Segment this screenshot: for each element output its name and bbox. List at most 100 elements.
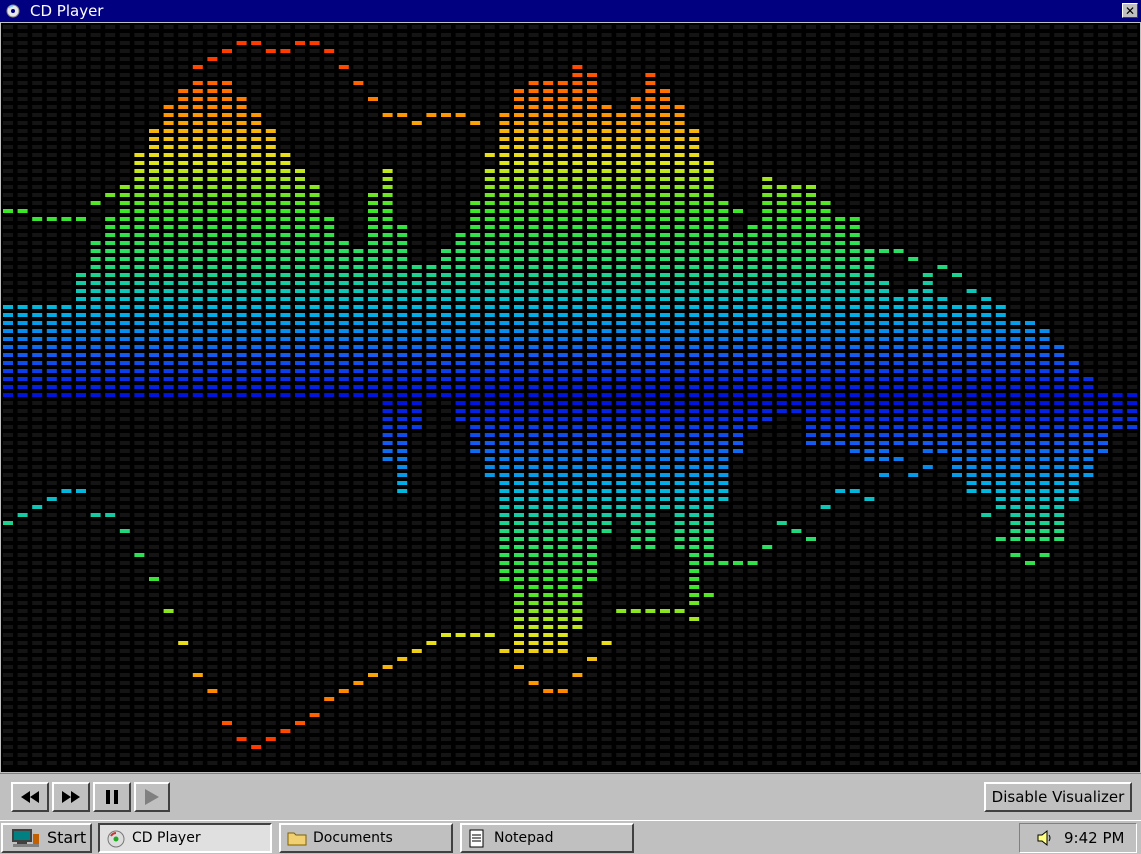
bar-segment — [616, 177, 627, 181]
bar-segment — [937, 313, 948, 317]
bar-segment — [806, 257, 816, 261]
bar-segment — [222, 217, 232, 221]
bar-segment — [689, 169, 700, 173]
bar-segment — [1054, 393, 1065, 397]
bar-segment — [265, 393, 276, 397]
bar-segment — [1054, 505, 1065, 509]
bar-segment — [587, 105, 597, 109]
peak-marker — [309, 41, 320, 45]
fast-forward-button[interactable] — [52, 782, 90, 812]
bar-segment — [338, 305, 349, 309]
bar-segment — [105, 249, 116, 253]
bar-segment — [178, 161, 189, 165]
bar-segment — [178, 289, 189, 293]
bar-segment — [46, 313, 57, 317]
bar-segment — [265, 217, 276, 221]
bar-segment — [645, 193, 656, 197]
bar-segment — [134, 153, 145, 157]
peak-marker — [674, 609, 685, 613]
taskbar-item-documents[interactable]: Documents — [279, 823, 453, 853]
bar-segment — [514, 649, 524, 653]
bar-segment — [514, 609, 524, 613]
bar-segment — [791, 249, 802, 253]
bar-segment — [119, 193, 130, 197]
bar-segment — [616, 137, 627, 141]
bar-segment — [484, 377, 495, 381]
bar-segment — [981, 353, 992, 357]
bar-segment — [1025, 377, 1035, 381]
bar-segment — [937, 433, 948, 437]
peak-marker — [981, 513, 992, 517]
play-button[interactable] — [134, 782, 170, 812]
bar-segment — [280, 265, 291, 269]
bar-segment — [587, 81, 597, 85]
bar-segment — [572, 497, 583, 501]
peak-marker — [251, 41, 262, 45]
peak-marker — [338, 65, 349, 69]
bar-segment — [324, 281, 335, 285]
bar-segment — [411, 377, 422, 381]
peak-marker — [397, 657, 408, 661]
bar-segment — [981, 465, 992, 469]
volume-icon[interactable] — [1036, 829, 1056, 847]
pause-button[interactable] — [93, 782, 131, 812]
bar-segment — [236, 313, 247, 317]
bar-segment — [441, 393, 451, 397]
bar-segment — [747, 265, 758, 269]
bar-segment — [572, 577, 583, 581]
bar-segment — [207, 257, 218, 261]
bar-segment — [587, 513, 597, 517]
bar-segment — [572, 169, 583, 173]
bar-segment — [908, 305, 919, 309]
bar-segment — [1068, 425, 1079, 429]
bar-segment — [543, 97, 554, 101]
bar-segment — [864, 265, 875, 269]
bar-segment — [645, 401, 656, 405]
bar-segment — [178, 105, 189, 109]
bar-segment — [587, 505, 597, 509]
peak-marker — [937, 265, 948, 269]
bar-segment — [718, 225, 729, 229]
bar-segment — [105, 289, 116, 293]
bar-segment — [645, 209, 656, 213]
bar-segment — [236, 153, 247, 157]
bar-segment — [557, 537, 568, 541]
bar-segment — [280, 217, 291, 221]
bar-segment — [499, 193, 510, 197]
bar-segment — [280, 361, 291, 365]
bar-segment — [149, 209, 159, 213]
bar-segment — [178, 185, 189, 189]
peak-marker — [17, 209, 28, 213]
bar-segment — [3, 393, 13, 397]
bar-segment — [528, 281, 539, 285]
peak-marker — [192, 65, 203, 69]
bar-segment — [353, 257, 364, 261]
bar-segment — [324, 329, 335, 333]
bar-segment — [937, 449, 948, 453]
close-button[interactable]: ✕ — [1122, 3, 1138, 18]
bar-segment — [981, 417, 992, 421]
bar-segment — [733, 233, 743, 237]
bar-segment — [791, 273, 802, 277]
start-button[interactable]: Start — [1, 823, 92, 853]
bar-segment — [368, 233, 378, 237]
bar-segment — [499, 465, 510, 469]
bar-segment — [178, 121, 189, 125]
bar-segment — [820, 233, 831, 237]
taskbar-item-notepad[interactable]: Notepad — [460, 823, 634, 853]
bar-segment — [747, 305, 758, 309]
bar-segment — [426, 321, 437, 325]
rewind-button[interactable] — [11, 782, 49, 812]
taskbar-item-cd-player[interactable]: CD Player — [98, 823, 272, 853]
bar-segment — [514, 585, 524, 589]
bar-segment — [703, 305, 714, 309]
bar-segment — [587, 297, 597, 301]
bar-segment — [601, 249, 612, 253]
bar-segment — [455, 369, 466, 373]
bar-segment — [324, 257, 335, 261]
bar-segment — [630, 297, 641, 301]
bar-segment — [1010, 489, 1021, 493]
bar-segment — [484, 233, 495, 237]
bar-segment — [762, 257, 773, 261]
disable-visualizer-button[interactable]: Disable Visualizer — [984, 782, 1132, 812]
